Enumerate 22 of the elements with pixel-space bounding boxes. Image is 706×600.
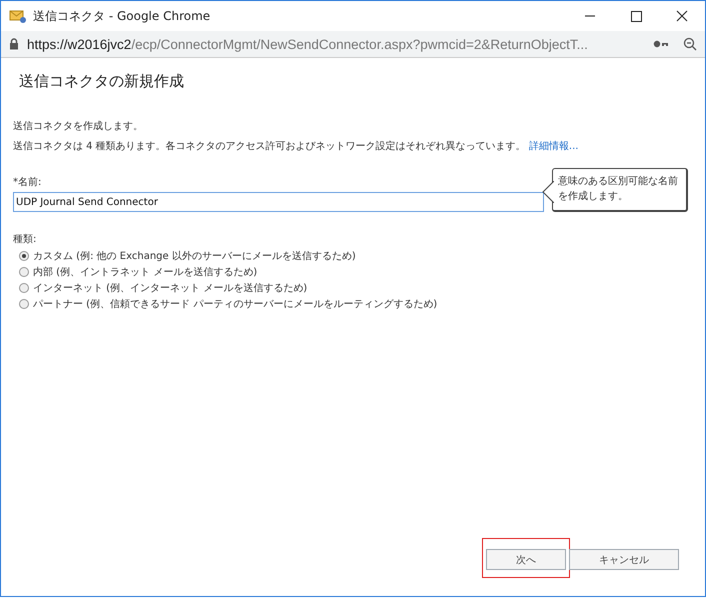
cancel-button[interactable]: キャンセル (569, 549, 679, 570)
radio-option[interactable]: カスタム (例: 他の Exchange 以外のサーバーにメールを送信するため) (19, 249, 693, 263)
zoom-icon[interactable] (683, 37, 697, 51)
next-button[interactable]: 次へ (486, 549, 566, 570)
page-heading: 送信コネクタの新規作成 (19, 72, 185, 91)
radio-button[interactable] (19, 251, 29, 261)
radio-button[interactable] (19, 283, 29, 293)
group-label: 種類: (13, 232, 36, 246)
field-label: *名前: (13, 176, 42, 189)
tooltip-pointer (542, 181, 554, 203)
mail-icon (9, 8, 27, 24)
intro-text: 送信コネクタを作成します。 (13, 120, 144, 133)
radio-button[interactable] (19, 267, 29, 277)
radio-button[interactable] (19, 299, 29, 309)
lock-icon (9, 38, 19, 50)
radio-option[interactable]: パートナー (例、信頼できるサード パーティのサーバーにメールをルーティングするため) (19, 297, 693, 311)
radio-option[interactable]: 内部 (例、イントラネット メールを送信するため) (19, 265, 693, 279)
learn-more-link[interactable]: 詳細情報... (528, 141, 578, 152)
window-title: 送信コネクタ - Google Chrome (33, 8, 210, 24)
key-icon[interactable] (653, 39, 669, 49)
radio-option[interactable]: インターネット (例、インターネット メールを送信するため) (19, 281, 693, 295)
description-text: 送信コネクタは 4 種類あります。各コネクタのアクセス許可およびネットワーク設定はそれぞれ異なっています。 詳細情報... (13, 140, 580, 153)
